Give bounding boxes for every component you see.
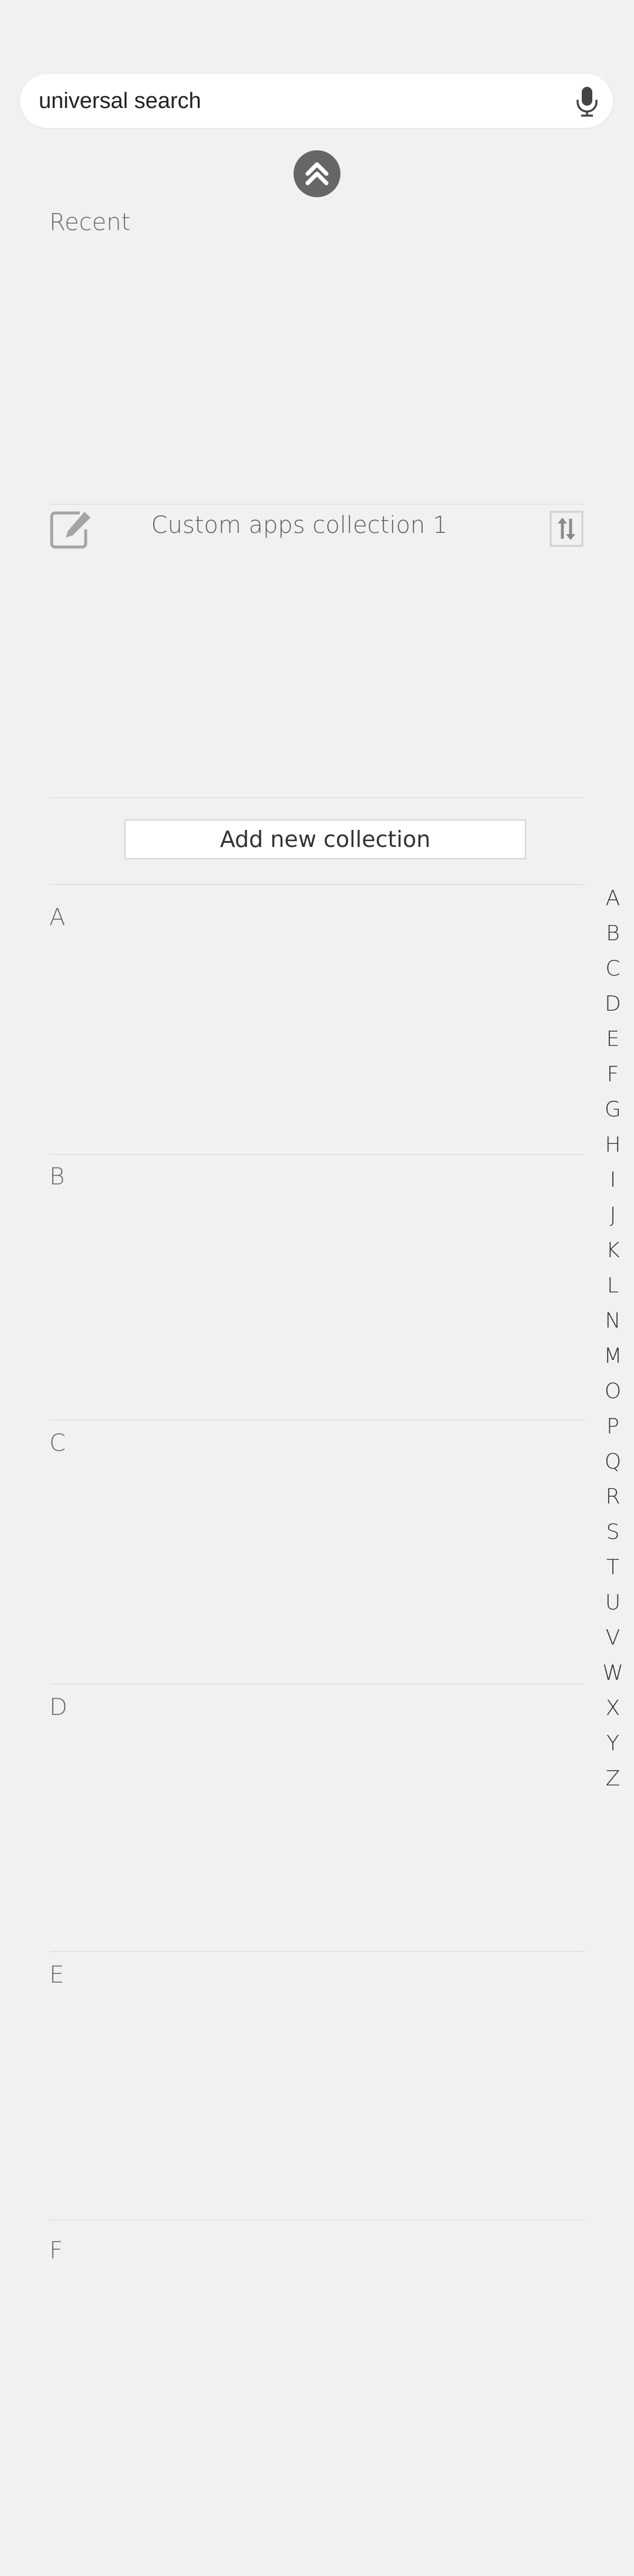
index-letter[interactable]: Q [594, 1444, 632, 1480]
index-letter[interactable]: H [594, 1127, 632, 1163]
index-letter[interactable]: X [594, 1691, 632, 1726]
search-input[interactable] [39, 74, 555, 128]
section-header-a: A [49, 904, 66, 931]
section-header-f: F [49, 2237, 63, 2264]
index-letter[interactable]: Y [594, 1726, 632, 1761]
recent-title: Recent [49, 209, 131, 236]
microphone-icon[interactable] [572, 86, 602, 117]
divider [49, 1419, 585, 1420]
index-letter[interactable]: E [594, 1022, 632, 1057]
divider [49, 1154, 585, 1155]
index-letter[interactable]: J [594, 1198, 632, 1233]
index-letter[interactable]: G [594, 1092, 632, 1127]
reorder-icon[interactable] [549, 511, 584, 547]
index-letter[interactable]: B [594, 916, 632, 951]
divider [49, 1951, 585, 1952]
index-letter[interactable]: C [594, 951, 632, 987]
index-letter[interactable]: W [594, 1656, 632, 1691]
index-letter[interactable]: Z [594, 1761, 632, 1797]
index-letter[interactable]: A [594, 881, 632, 916]
search-bar[interactable] [20, 74, 613, 128]
index-letter[interactable]: U [594, 1585, 632, 1620]
divider [49, 797, 585, 798]
section-header-c: C [49, 1430, 66, 1457]
add-new-collection-button[interactable]: Add new collection [124, 819, 526, 859]
divider [49, 2220, 585, 2221]
index-letter[interactable]: S [594, 1515, 632, 1550]
index-letter[interactable]: D [594, 987, 632, 1022]
index-letter[interactable]: K [594, 1233, 632, 1268]
index-letter[interactable]: N [594, 1304, 632, 1339]
divider [49, 1683, 585, 1684]
alphabet-index[interactable]: A B C D E F G H I J K L N M O P Q R S T … [594, 881, 632, 1797]
divider [49, 884, 585, 885]
index-letter[interactable]: R [594, 1480, 632, 1515]
edit-collection-icon[interactable] [49, 508, 94, 549]
section-header-e: E [49, 1961, 65, 1988]
section-header-d: D [49, 1694, 68, 1721]
index-letter[interactable]: T [594, 1550, 632, 1585]
index-letter[interactable]: I [594, 1163, 632, 1198]
index-letter[interactable]: V [594, 1620, 632, 1656]
collapse-up-icon[interactable] [294, 150, 340, 197]
index-letter[interactable]: P [594, 1409, 632, 1444]
section-header-b: B [49, 1163, 65, 1190]
index-letter[interactable]: M [594, 1339, 632, 1374]
index-letter[interactable]: O [594, 1374, 632, 1409]
index-letter[interactable]: L [594, 1268, 632, 1304]
collection-name[interactable]: Custom apps collection 1 [117, 512, 481, 539]
index-letter[interactable]: F [594, 1057, 632, 1092]
divider [49, 504, 585, 505]
